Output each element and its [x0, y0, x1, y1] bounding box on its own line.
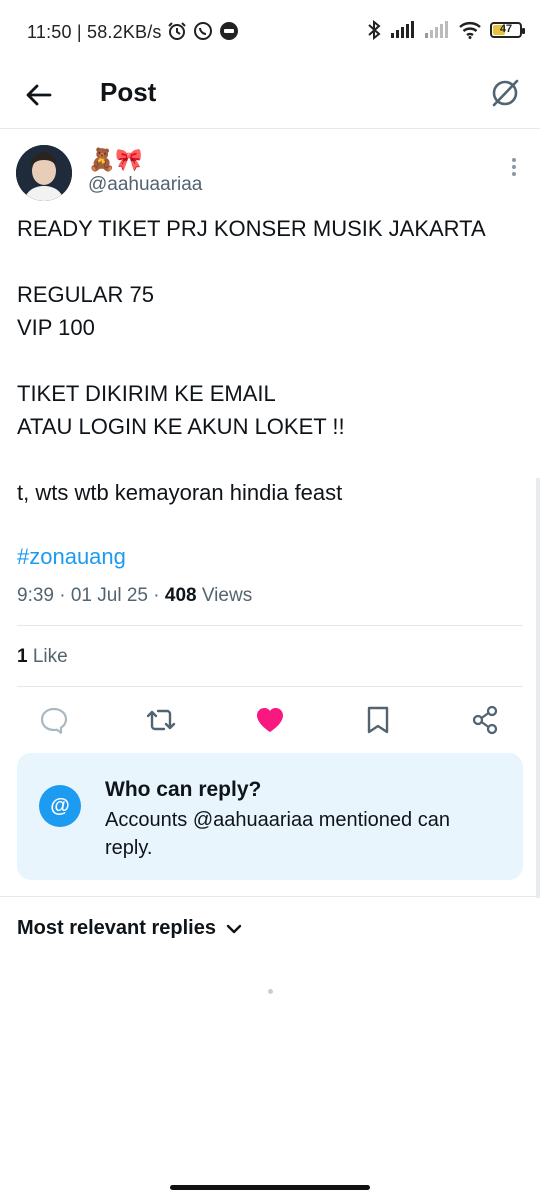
replies-divider: [0, 896, 540, 897]
post-text-line: ATAU LOGIN KE AKUN LOKET !!: [17, 414, 345, 439]
post-text-line: REGULAR 75: [17, 282, 154, 307]
header-divider: [0, 128, 540, 129]
status-notification-icons: [167, 21, 239, 41]
reply-sort-dropdown[interactable]: Most relevant replies: [17, 917, 242, 940]
bluetooth-icon: [368, 20, 381, 40]
post-meta: 9:39 · 01 Jul 25 · 408 Views: [17, 585, 252, 607]
repost-button[interactable]: [145, 704, 177, 736]
home-indicator[interactable]: [170, 1185, 370, 1190]
meta-divider: [17, 625, 523, 626]
status-time-speed: 11:50 | 58.2KB/s: [27, 22, 162, 42]
status-bar: 11:50 | 58.2KB/s 47: [0, 0, 540, 64]
likes-row[interactable]: 1 Like: [17, 646, 68, 668]
likes-count: 1: [17, 646, 28, 667]
alarm-icon: [168, 22, 186, 40]
signal-icon: [391, 21, 414, 38]
like-button[interactable]: [254, 704, 286, 736]
page-title: Post: [100, 77, 157, 107]
wifi-icon: [459, 22, 481, 39]
scrollbar[interactable]: [536, 478, 540, 898]
back-button[interactable]: [22, 78, 56, 112]
battery-icon: 47: [490, 22, 525, 38]
views-label: Views: [196, 585, 253, 606]
avatar[interactable]: [16, 145, 72, 201]
message-icon: [220, 22, 238, 40]
likes-divider: [17, 686, 523, 687]
display-name[interactable]: 🧸🎀: [88, 147, 143, 173]
post-timestamp: 9:39 · 01 Jul 25 ·: [17, 585, 165, 606]
loading-indicator: [268, 989, 273, 994]
user-handle[interactable]: @aahuaariaa: [88, 174, 202, 196]
more-options-button[interactable]: [508, 156, 520, 178]
post-text-line: VIP 100: [17, 315, 95, 340]
who-can-reply-card: @ Who can reply? Accounts @aahuaariaa me…: [17, 753, 523, 880]
share-button[interactable]: [469, 704, 501, 736]
post-text-line: TIKET DIKIRIM KE EMAIL: [17, 381, 276, 406]
bookmark-button[interactable]: [362, 704, 394, 736]
top-app-bar: Post: [0, 64, 540, 128]
battery-level: 47: [499, 23, 513, 35]
whatsapp-icon: [194, 22, 212, 40]
grok-button[interactable]: [488, 76, 522, 110]
avatar-image: [16, 145, 72, 201]
signal-icon: [425, 21, 448, 38]
chevron-down-icon: [226, 924, 242, 933]
status-system-icons: 47: [366, 20, 525, 40]
mention-icon: @: [39, 785, 81, 827]
likes-label: Like: [27, 646, 68, 667]
who-can-reply-description: Accounts @aahuaariaa mentioned can reply…: [105, 809, 450, 859]
views-count: 408: [164, 585, 197, 606]
reply-button[interactable]: [38, 704, 70, 736]
reply-sort-label: Most relevant replies: [17, 917, 216, 939]
who-can-reply-title: Who can reply?: [105, 778, 262, 801]
post-text-line: t, wts wtb kemayoran hindia feast: [17, 480, 343, 505]
hashtag-link[interactable]: #zonauang: [17, 544, 126, 570]
post-text-line: READY TIKET PRJ KONSER MUSIK JAKARTA: [17, 216, 486, 241]
